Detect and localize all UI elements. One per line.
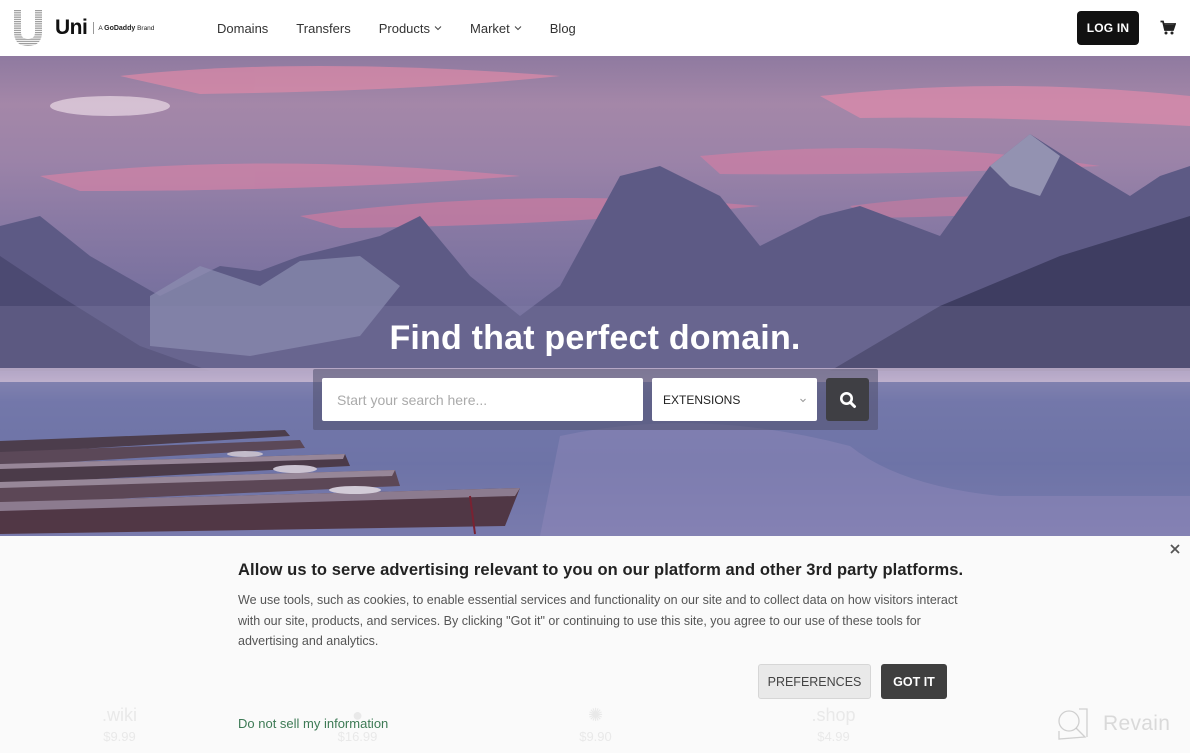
got-it-button[interactable]: GOT IT bbox=[881, 664, 947, 699]
nav-label: Domains bbox=[217, 20, 269, 36]
nav-transfers[interactable]: Transfers bbox=[296, 21, 350, 36]
logo-divider bbox=[93, 22, 95, 34]
search-icon bbox=[839, 391, 856, 408]
logo-wordmark: Uni bbox=[55, 16, 88, 39]
extensions-select-value: EXTENSIONS bbox=[663, 392, 741, 407]
nav-domains[interactable]: Domains bbox=[217, 21, 268, 36]
close-icon[interactable] bbox=[1168, 542, 1182, 556]
cookie-consent-banner: Allow us to serve advertising relevant t… bbox=[0, 536, 1190, 753]
site-header: Uni A GoDaddy Brand Domains Transfers Pr… bbox=[0, 0, 1190, 56]
chevron-down-icon bbox=[800, 398, 806, 403]
nav-label: Transfers bbox=[296, 20, 351, 36]
search-button[interactable] bbox=[826, 378, 869, 421]
cookie-description: We use tools, such as cookies, to enable… bbox=[238, 593, 958, 648]
domain-search-input[interactable] bbox=[322, 378, 643, 421]
main-nav: Domains Transfers Products Market Blog bbox=[217, 0, 604, 56]
cart-icon[interactable] bbox=[1160, 20, 1176, 36]
nav-market[interactable]: Market bbox=[470, 21, 522, 36]
domain-search-bar: EXTENSIONS bbox=[313, 369, 878, 430]
nav-label: Products bbox=[378, 20, 431, 36]
brand-name: GoDaddy bbox=[104, 24, 136, 32]
preferences-button[interactable]: PREFERENCES bbox=[758, 664, 871, 699]
cookie-title: Allow us to serve advertising relevant t… bbox=[238, 561, 964, 579]
brand-suffix: Brand bbox=[137, 24, 155, 32]
nav-blog[interactable]: Blog bbox=[550, 21, 576, 36]
chevron-down-icon bbox=[434, 26, 442, 31]
hero-banner: Find that perfect domain. EXTENSIONS bbox=[0, 56, 1190, 536]
uni-logo-icon bbox=[12, 10, 44, 46]
nav-label: Market bbox=[470, 20, 510, 36]
chevron-down-icon bbox=[514, 26, 522, 31]
logo-brand-tag: A GoDaddy Brand bbox=[98, 25, 154, 32]
brand-prefix: A bbox=[98, 24, 103, 32]
extensions-select[interactable]: EXTENSIONS bbox=[652, 378, 817, 421]
nav-label: Blog bbox=[549, 20, 576, 36]
logo[interactable]: Uni A GoDaddy Brand bbox=[12, 10, 154, 46]
hero-title: Find that perfect domain. bbox=[389, 319, 801, 357]
nav-products[interactable]: Products bbox=[379, 21, 442, 36]
mountain-lake-background bbox=[0, 66, 1190, 536]
do-not-sell-link[interactable]: Do not sell my information bbox=[238, 716, 388, 731]
login-button[interactable]: LOG IN bbox=[1077, 11, 1139, 45]
